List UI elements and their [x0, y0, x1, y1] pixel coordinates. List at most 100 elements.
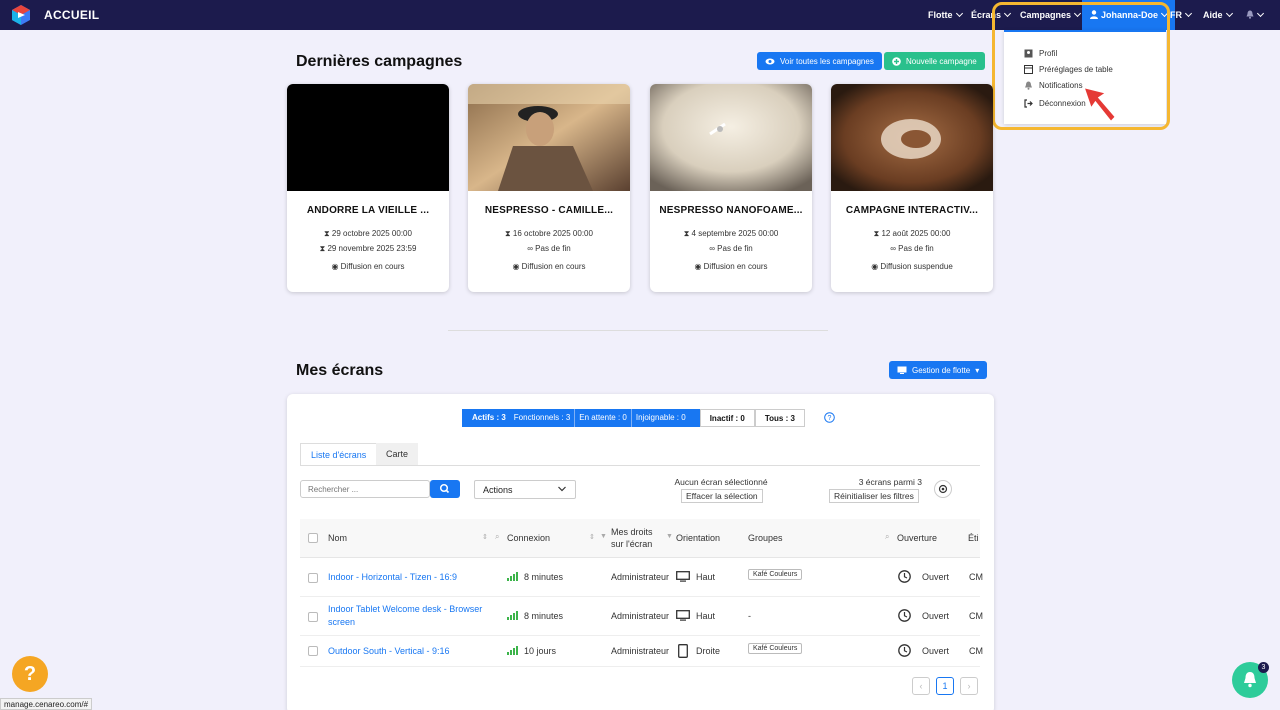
pagination-next-button[interactable]: ›: [960, 677, 978, 695]
screen-name-link[interactable]: Indoor - Horizontal - Tizen - 16:9: [328, 572, 457, 582]
column-header-groupes[interactable]: Groupes: [748, 533, 783, 543]
sort-icon[interactable]: ⇕: [589, 533, 595, 541]
campaign-card[interactable]: NESPRESSO - CAMILLE... ⧗ 16 octobre 2025…: [468, 84, 630, 292]
column-header-droits-line2: sur l'écran: [611, 539, 653, 549]
table-row[interactable]: Indoor - Horizontal - Tizen - 16:9 8 min…: [300, 558, 983, 597]
nav-flotte[interactable]: Flotte: [928, 0, 963, 30]
screen-name-link[interactable]: Outdoor South - Vertical - 9:16: [328, 646, 450, 656]
filter-inactif[interactable]: Inactif : 0: [699, 409, 755, 427]
rights-value: Administrateur: [611, 611, 670, 621]
nav-flotte-label: Flotte: [928, 10, 953, 20]
monitor-icon: [897, 366, 907, 374]
sort-icon[interactable]: ⇕: [482, 533, 488, 541]
screen-name-link-line2[interactable]: screen: [328, 617, 355, 627]
label-value: CM: [969, 572, 983, 582]
row-checkbox[interactable]: [308, 612, 318, 622]
section-divider: [448, 330, 828, 331]
group-tag[interactable]: Kafé Couleurs: [748, 569, 803, 580]
row-checkbox[interactable]: [308, 573, 318, 583]
svg-text:?: ?: [828, 415, 832, 422]
campaign-status: ◉ Diffusion en cours: [468, 262, 630, 271]
campaign-start-text: 16 octobre 2025 00:00: [512, 229, 593, 238]
campaign-title: NESPRESSO - CAMILLE...: [484, 205, 614, 216]
label-value: CM: [969, 611, 983, 621]
campaign-thumbnail: [831, 84, 993, 191]
campaign-start-text: 4 septembre 2025 00:00: [691, 229, 779, 238]
campaign-end: ∞ Pas de fin: [468, 244, 630, 253]
chevron-down-icon: [955, 9, 963, 18]
column-header-nom[interactable]: Nom: [328, 533, 347, 543]
page-title: ACCUEIL: [44, 8, 100, 22]
row-checkbox[interactable]: [308, 646, 318, 656]
screen-count: 3 écrans parmi 3: [858, 477, 922, 487]
table-row[interactable]: Indoor Tablet Welcome desk - Browser scr…: [300, 597, 983, 636]
actions-select[interactable]: Actions: [474, 480, 576, 499]
chevron-down-icon: [1225, 9, 1233, 18]
opening-value: Ouvert: [922, 572, 950, 582]
campaigns-section-title: Dernières campagnes: [296, 53, 463, 70]
fleet-management-button[interactable]: Gestion de flotte ▾: [889, 361, 988, 379]
column-header-ouverture[interactable]: Ouverture: [897, 533, 937, 543]
search-icon[interactable]: ⌕: [885, 532, 889, 542]
column-header-droits[interactable]: Mes droits: [611, 527, 653, 537]
campaign-status-text: Diffusion suspendue: [880, 262, 953, 271]
settings-gear-icon[interactable]: [934, 480, 952, 498]
rights-value: Administrateur: [611, 572, 670, 582]
clear-selection-button[interactable]: Effacer la sélection: [681, 489, 763, 503]
browser-status-url: manage.cenareo.com/#: [0, 698, 93, 710]
tablet-portrait-icon: [678, 644, 688, 658]
play-status-icon: ◉: [512, 262, 522, 271]
search-button[interactable]: [430, 480, 460, 498]
cenareo-logo-icon[interactable]: [10, 4, 32, 26]
infinity-icon: ∞: [709, 244, 718, 253]
search-input[interactable]: [300, 480, 430, 498]
play-status-icon: ◉: [694, 262, 704, 271]
campaign-end-text: Pas de fin: [898, 244, 934, 253]
tab-screen-list[interactable]: Liste d'écrans: [300, 443, 378, 465]
group-tag[interactable]: Kafé Couleurs: [748, 643, 803, 654]
table-row[interactable]: Outdoor South - Vertical - 9:16 10 jours…: [300, 636, 983, 667]
filter-injoignable[interactable]: Injoignable : 0: [630, 409, 700, 427]
pagination-prev-button[interactable]: ‹: [912, 677, 930, 695]
see-all-campaigns-button[interactable]: Voir toutes les campagnes: [757, 52, 882, 70]
campaign-card[interactable]: NESPRESSO NANOFOAME... ⧗ 4 septembre 202…: [650, 84, 812, 292]
filter-en-attente[interactable]: En attente : 0: [574, 409, 631, 427]
filter-icon[interactable]: ▼: [600, 533, 607, 540]
tab-map[interactable]: Carte: [376, 443, 419, 465]
campaign-status: ◉ Diffusion en cours: [650, 262, 812, 271]
clock-icon: [898, 644, 911, 657]
label-value: CM: [969, 646, 983, 656]
hourglass-icon: ⧗: [324, 229, 332, 238]
campaign-title: ANDORRE LA VIEILLE ...: [306, 205, 430, 216]
campaign-thumbnail: [468, 84, 630, 191]
column-header-orientation[interactable]: Orientation: [676, 533, 720, 543]
column-header-connexion[interactable]: Connexion: [507, 533, 550, 543]
filter-fonctionnels[interactable]: Fonctionnels : 3: [509, 409, 575, 427]
filter-tous[interactable]: Tous : 3: [754, 409, 805, 427]
campaign-card[interactable]: ANDORRE LA VIEILLE ... ⧗ 29 octobre 2025…: [287, 84, 449, 292]
campaign-card[interactable]: CAMPAGNE INTERACTIV... ⧗ 12 août 2025 00…: [831, 84, 993, 292]
select-all-checkbox[interactable]: [308, 533, 318, 543]
filter-actifs[interactable]: Actifs : 3: [462, 409, 510, 427]
nav-aide[interactable]: Aide: [1203, 0, 1233, 30]
screen-name-link[interactable]: Indoor Tablet Welcome desk - Browser: [328, 604, 482, 614]
column-header-etiquettes[interactable]: Éti: [968, 533, 979, 543]
filter-icon[interactable]: ▼: [666, 533, 673, 540]
eye-icon: [765, 58, 775, 64]
actions-label: Actions: [483, 485, 513, 495]
nav-notifications[interactable]: [1246, 0, 1265, 30]
chevron-down-icon: [558, 486, 566, 492]
orientation-value: Haut: [696, 572, 716, 582]
help-circle-icon[interactable]: ?: [824, 412, 835, 423]
search-icon[interactable]: ⌕: [495, 532, 499, 542]
reset-filters-button[interactable]: Réinitialiser les filtres: [829, 489, 919, 503]
pagination-page-button[interactable]: 1: [936, 677, 954, 695]
help-floating-button[interactable]: ?: [12, 656, 48, 692]
play-status-icon: ◉: [331, 262, 341, 271]
connexion-value: 8 minutes: [524, 611, 564, 621]
rights-value: Administrateur: [611, 646, 670, 656]
fleet-management-label: Gestion de flotte: [912, 365, 971, 375]
new-campaign-button[interactable]: Nouvelle campagne: [884, 52, 985, 70]
nav-language[interactable]: FR: [1170, 0, 1193, 30]
opening-value: Ouvert: [922, 646, 950, 656]
